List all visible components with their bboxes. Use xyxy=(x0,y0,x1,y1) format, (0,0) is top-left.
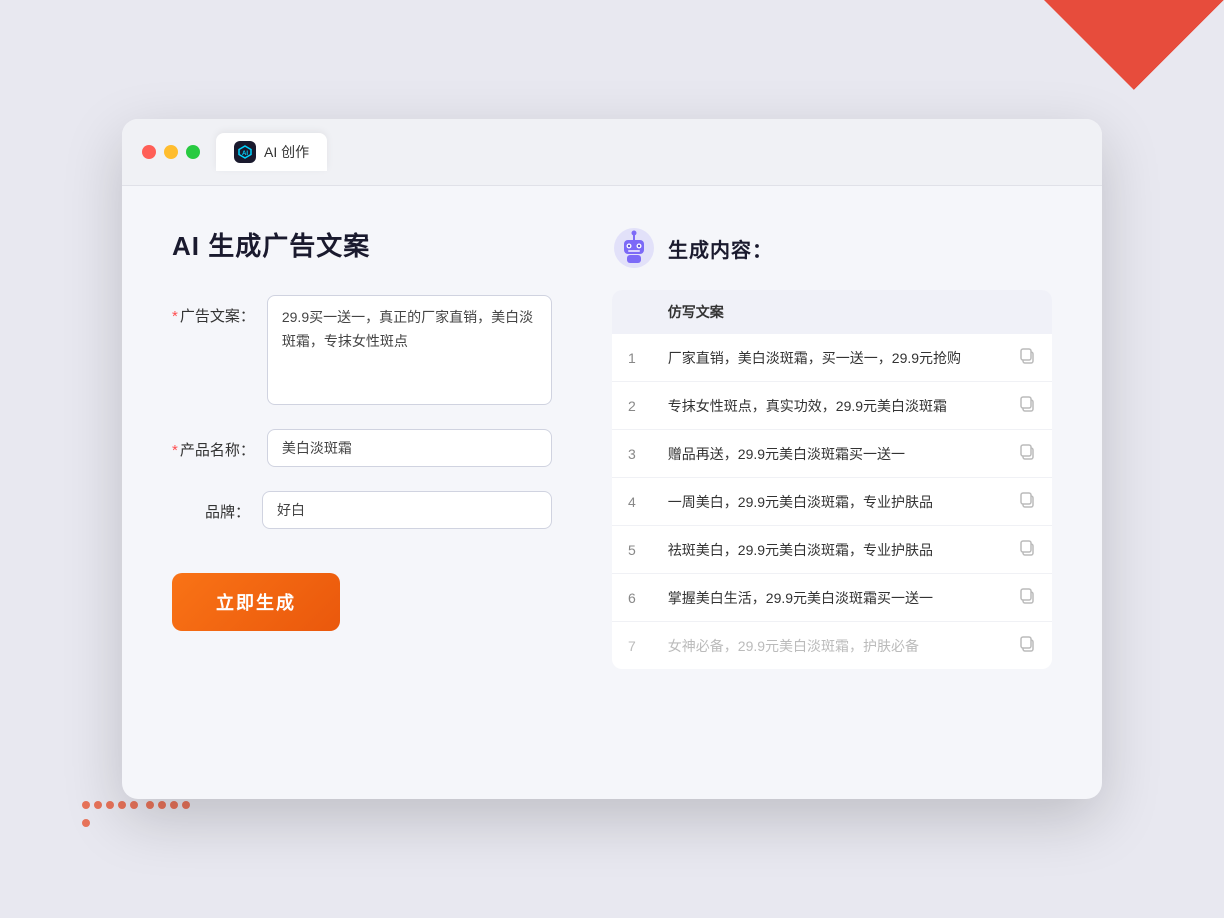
right-panel: 生成内容： 仿写文案 1厂家直销，美白淡斑霜，买一送一，29.9元抢购2专抹女性… xyxy=(612,226,1052,669)
right-header: 生成内容： xyxy=(612,226,1052,270)
traffic-light-maximize[interactable] xyxy=(186,145,200,159)
row-number: 7 xyxy=(612,622,652,670)
row-text: 祛斑美白，29.9元美白淡斑霜，专业护肤品 xyxy=(652,526,1002,574)
table-col-content: 仿写文案 xyxy=(652,290,1002,334)
robot-icon xyxy=(612,226,656,270)
row-number: 1 xyxy=(612,334,652,382)
product-name-group: *产品名称： 美白淡斑霜 xyxy=(172,429,552,467)
generate-button[interactable]: 立即生成 xyxy=(172,573,340,631)
table-row: 5祛斑美白，29.9元美白淡斑霜，专业护肤品 xyxy=(612,526,1052,574)
results-table: 仿写文案 1厂家直销，美白淡斑霜，买一送一，29.9元抢购2专抹女性斑点，真实功… xyxy=(612,290,1052,669)
row-text: 女神必备，29.9元美白淡斑霜，护肤必备 xyxy=(652,622,1002,670)
browser-tab[interactable]: AI AI 创作 xyxy=(216,133,327,171)
row-number: 4 xyxy=(612,478,652,526)
product-name-label: *产品名称： xyxy=(172,429,267,460)
copy-button[interactable] xyxy=(1002,622,1052,670)
table-row: 6掌握美白生活，29.9元美白淡斑霜买一送一 xyxy=(612,574,1052,622)
traffic-light-close[interactable] xyxy=(142,145,156,159)
svg-text:AI: AI xyxy=(242,151,248,157)
row-text: 掌握美白生活，29.9元美白淡斑霜买一送一 xyxy=(652,574,1002,622)
required-star-2: * xyxy=(172,442,178,459)
row-number: 3 xyxy=(612,430,652,478)
left-panel: AI 生成广告文案 *广告文案： 29.9买一送一，真正的厂家直销，美白淡斑霜，… xyxy=(172,226,552,669)
browser-window: AI AI 创作 AI 生成广告文案 *广告文案： 29.9买一送一，真正的厂家… xyxy=(122,119,1102,799)
copy-button[interactable] xyxy=(1002,382,1052,430)
traffic-lights xyxy=(142,145,200,159)
row-number: 5 xyxy=(612,526,652,574)
row-text: 一周美白，29.9元美白淡斑霜，专业护肤品 xyxy=(652,478,1002,526)
table-row: 3赠品再送，29.9元美白淡斑霜买一送一 xyxy=(612,430,1052,478)
tab-label: AI 创作 xyxy=(264,142,309,162)
required-star-1: * xyxy=(172,308,178,325)
copy-button[interactable] xyxy=(1002,334,1052,382)
ad-copy-input[interactable]: 29.9买一送一，真正的厂家直销，美白淡斑霜，专抹女性斑点 xyxy=(267,295,552,405)
product-name-input[interactable]: 美白淡斑霜 xyxy=(267,429,552,467)
row-number: 2 xyxy=(612,382,652,430)
copy-button[interactable] xyxy=(1002,574,1052,622)
table-row: 2专抹女性斑点，真实功效，29.9元美白淡斑霜 xyxy=(612,382,1052,430)
ai-tab-icon: AI xyxy=(234,141,256,163)
title-bar: AI AI 创作 xyxy=(122,119,1102,186)
copy-button[interactable] xyxy=(1002,430,1052,478)
brand-input[interactable]: 好白 xyxy=(262,491,552,529)
table-row: 4一周美白，29.9元美白淡斑霜，专业护肤品 xyxy=(612,478,1052,526)
table-row: 1厂家直销，美白淡斑霜，买一送一，29.9元抢购 xyxy=(612,334,1052,382)
page-title: AI 生成广告文案 xyxy=(172,226,552,263)
table-col-action xyxy=(1002,290,1052,334)
traffic-light-minimize[interactable] xyxy=(164,145,178,159)
ad-copy-group: *广告文案： 29.9买一送一，真正的厂家直销，美白淡斑霜，专抹女性斑点 xyxy=(172,295,552,405)
copy-button[interactable] xyxy=(1002,526,1052,574)
ad-copy-label: *广告文案： xyxy=(172,295,267,326)
main-content: AI 生成广告文案 *广告文案： 29.9买一送一，真正的厂家直销，美白淡斑霜，… xyxy=(122,186,1102,709)
table-header-row: 仿写文案 xyxy=(612,290,1052,334)
row-number: 6 xyxy=(612,574,652,622)
brand-group: 品牌： 好白 xyxy=(172,491,552,529)
bg-decoration-dots xyxy=(80,798,200,858)
row-text: 厂家直销，美白淡斑霜，买一送一，29.9元抢购 xyxy=(652,334,1002,382)
table-row: 7女神必备，29.9元美白淡斑霜，护肤必备 xyxy=(612,622,1052,670)
table-col-num xyxy=(612,290,652,334)
row-text: 专抹女性斑点，真实功效，29.9元美白淡斑霜 xyxy=(652,382,1002,430)
right-title: 生成内容： xyxy=(668,234,773,263)
row-text: 赠品再送，29.9元美白淡斑霜买一送一 xyxy=(652,430,1002,478)
copy-button[interactable] xyxy=(1002,478,1052,526)
brand-label: 品牌： xyxy=(172,491,262,522)
